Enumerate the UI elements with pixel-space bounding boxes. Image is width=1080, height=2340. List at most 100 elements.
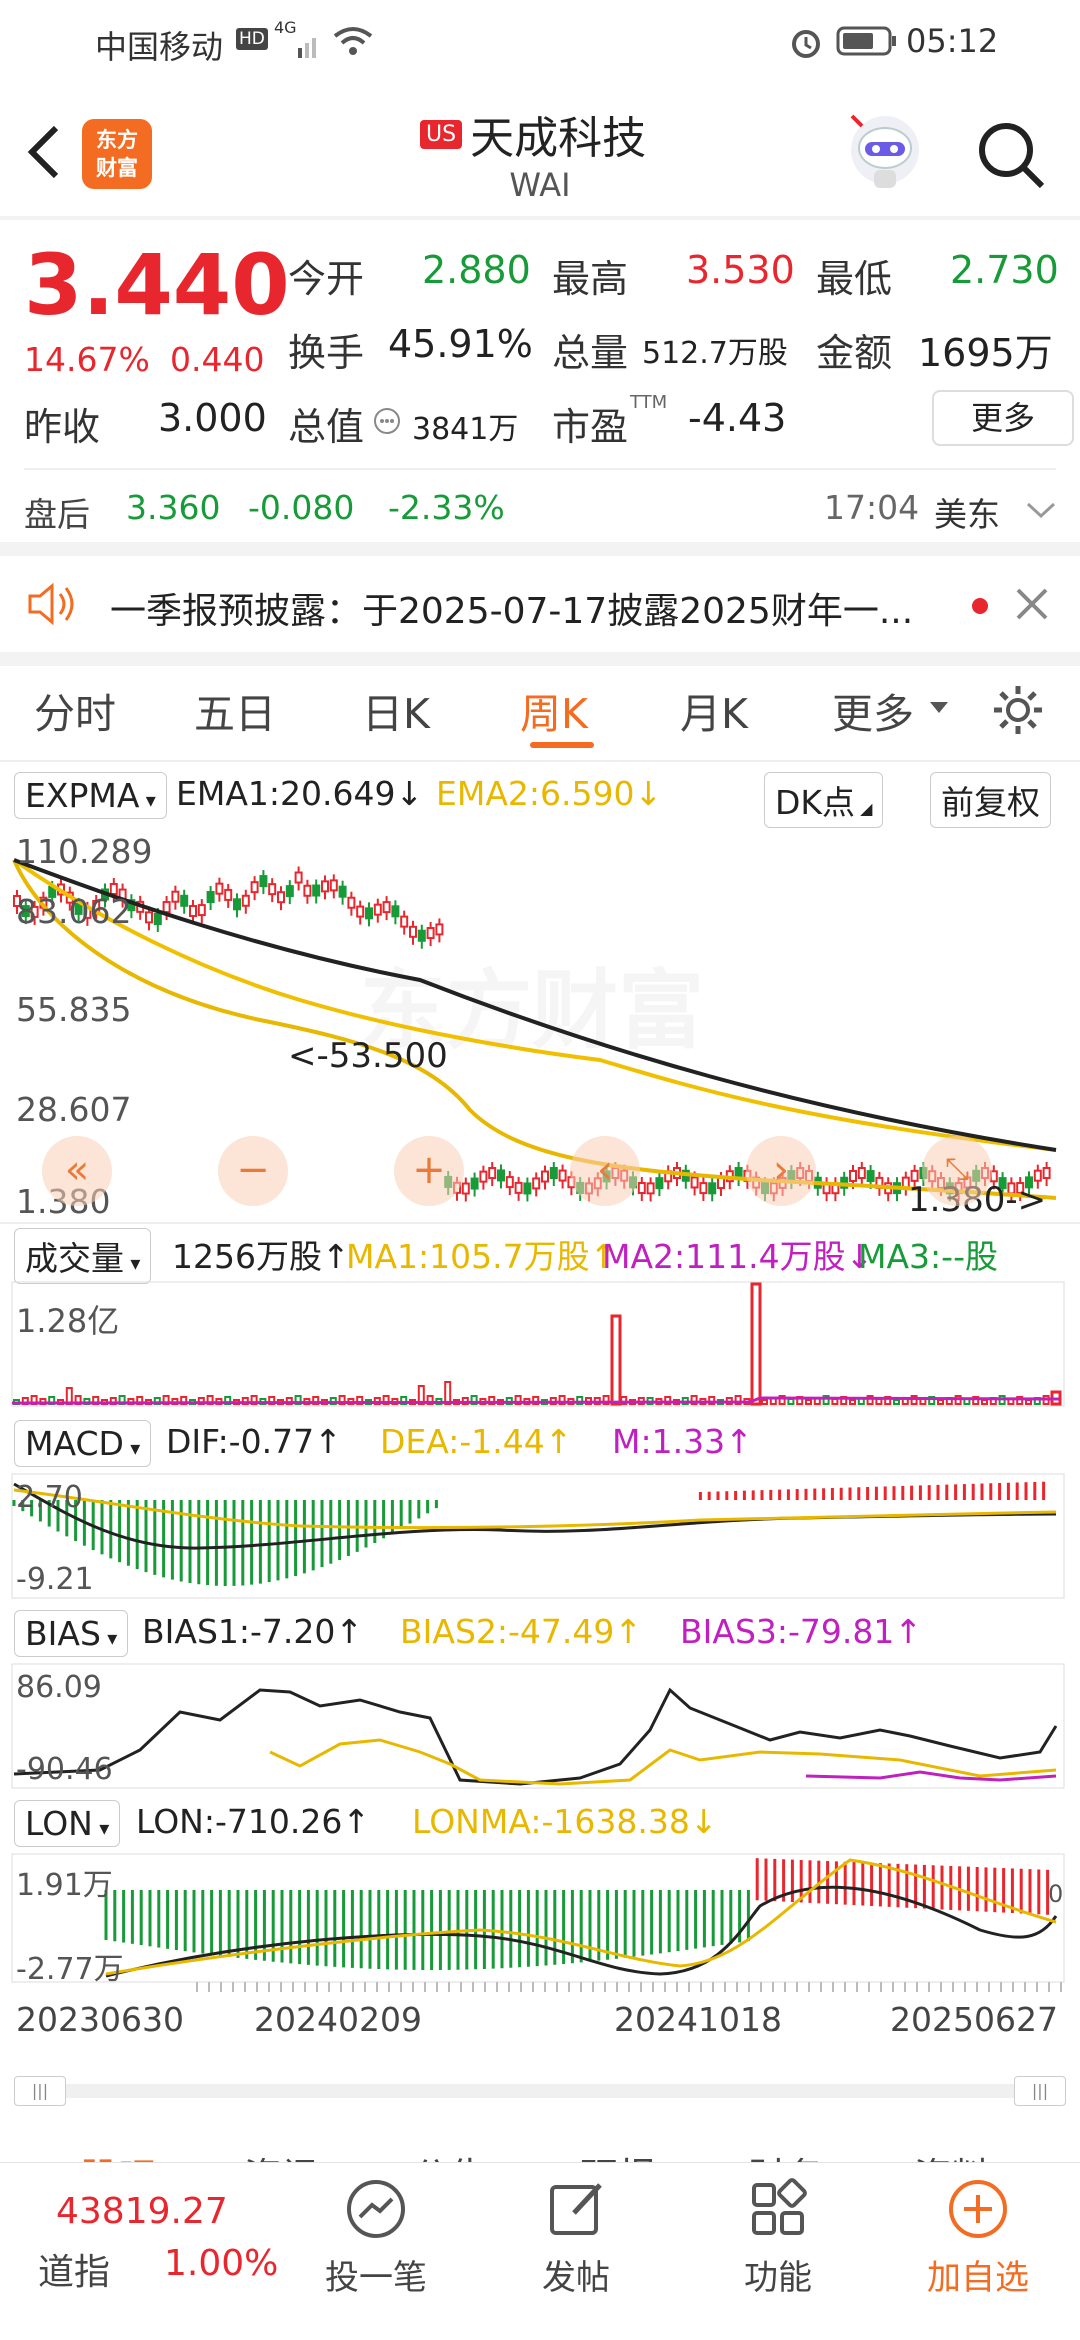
range-handle-left[interactable]: ||| [14,2076,66,2106]
nav-post[interactable]: 发帖 [516,2177,636,2299]
candle-body [338,885,347,898]
macd-y-top: 2.70 [16,1480,83,1515]
ema2-text: EMA2:6.590 [436,774,635,813]
volume-bar [937,1399,944,1405]
candle-body [479,1170,488,1183]
range-slider-track[interactable] [14,2084,1066,2098]
signal-icon [298,38,316,58]
scroll-left-icon[interactable]: ‹ [570,1136,640,1206]
tab-weekly-k[interactable]: 周K [520,680,588,740]
macd-dif-text: DIF:-0.77 [166,1422,315,1461]
macd-dif: DIF:-0.77↑ [166,1422,342,1461]
nav-post-label: 发帖 [542,2258,610,2298]
macd-selector[interactable]: MACD ▾ [14,1420,152,1467]
mktcap-value: 3841万 [412,412,519,447]
volume-frame [11,1281,1065,1407]
after-hours-label: 盘后 [24,495,90,534]
candle-body [153,913,162,926]
candle-body [549,1167,558,1180]
open-value: 2.880 [422,248,531,292]
nav-add-watchlist[interactable]: 加自选 [918,2177,1038,2299]
volume-readout: 1256万股↑ [172,1237,350,1276]
brand-line1: 东方 [96,128,138,152]
prev-close-value: 3.000 [158,396,267,440]
indicator-selector[interactable]: EXPMA ▾ [14,772,167,819]
volume-y-label: 1.28亿 [16,1302,120,1340]
scroll-left-fast-icon[interactable]: « [42,1136,112,1206]
lonma-text: LONMA:-1638.38 [412,1802,690,1841]
close-icon[interactable] [1014,586,1050,622]
bias1: BIAS1:-7.20↑ [142,1612,364,1651]
candle-body [532,1177,541,1190]
pe-label: 市盈 [552,405,629,449]
macd-chart[interactable] [0,1470,1080,1602]
bias-y-bottom: -90.46 [16,1752,113,1787]
bias-chart[interactable] [0,1660,1080,1792]
robot-assistant-icon[interactable] [840,108,930,198]
zoom-out-icon[interactable]: − [218,1136,288,1206]
after-hours-zone[interactable]: 美东 [934,488,1000,536]
add-circle-icon [949,2180,1007,2238]
candle-body [285,885,294,898]
volume-bar [787,1398,795,1405]
nav-invest[interactable]: 投一笔 [316,2177,436,2299]
tab-more[interactable]: 更多 [832,680,914,740]
tab-intraday[interactable]: 分时 [34,680,116,740]
candle-body [505,1176,514,1189]
candle-body [461,1182,470,1195]
tab-daily-k[interactable]: 日K [362,680,430,740]
candle-body [189,905,197,918]
search-icon[interactable] [974,118,1050,194]
y-label-4: 28.607 [16,1090,132,1129]
zoom-in-icon[interactable]: + [394,1136,464,1206]
macd-indicator: MACD [25,1424,124,1463]
index-name[interactable]: 道指 [38,2243,110,2295]
candle-body [470,1177,479,1190]
candle-body [206,891,215,904]
bias-indicator: BIAS [25,1614,101,1653]
lon-selector[interactable]: LON ▾ [14,1800,121,1847]
candle-body [277,891,285,904]
notice-text: 一季报预披露：于2025-07-17披露2025财年一... [110,591,914,632]
ema1-text: EMA1:20.649 [176,774,396,813]
section-divider [0,542,1080,556]
scroll-right-icon[interactable]: › [746,1136,816,1206]
tab-five-day[interactable]: 五日 [194,680,276,740]
range-handle-right[interactable]: ||| [1014,2076,1066,2106]
lon-indicator: LON [25,1804,93,1843]
nav-functions[interactable]: 功能 [718,2177,838,2299]
kline-chart[interactable]: 东方财富 [0,820,1080,1220]
market-badge: US [420,119,463,149]
candle-body [435,923,444,936]
mktcap-info-icon[interactable] [372,406,402,436]
lon-y-top: 1.91万 [16,1868,113,1903]
index-value[interactable]: 43819.27 [56,2191,228,2232]
caret-down-icon [930,702,948,713]
carrier: 中国移动 [95,28,224,66]
candle-body [849,1169,857,1182]
date-1: 20230630 [16,2000,184,2039]
nav-invest-label: 投一笔 [325,2258,427,2298]
after-hours-change: -0.080 [248,488,355,527]
date-3: 20241018 [614,2000,782,2039]
candle-body [259,875,268,888]
macd-dea: DEA:-1.44↑ [380,1422,573,1461]
lon-chart[interactable] [0,1850,1080,1986]
candle-body [1042,1167,1051,1180]
stock-title: US 天成科技 [420,104,720,164]
dea-line [13,1488,1057,1530]
trend-circle-icon [347,2180,405,2238]
chevron-down-icon[interactable] [1024,498,1058,522]
more-quote-button[interactable]: 更多 [932,390,1074,446]
bias2: BIAS2:-47.49↑ [400,1612,643,1651]
fullscreen-icon[interactable]: ⤡ [922,1136,992,1206]
settings-gear-icon[interactable] [990,682,1046,738]
bias-selector[interactable]: BIAS ▾ [14,1610,129,1657]
bias2-text: BIAS2:-47.49 [400,1612,615,1651]
notice-bar[interactable]: 一季报预披露：于2025-07-17披露2025财年一... [0,556,1080,652]
index-change[interactable]: 1.00% [164,2243,278,2284]
candle-body [365,907,373,920]
candle-body [303,884,312,897]
tab-monthly-k[interactable]: 月K [680,680,748,740]
volume-chart[interactable] [0,1276,1080,1410]
